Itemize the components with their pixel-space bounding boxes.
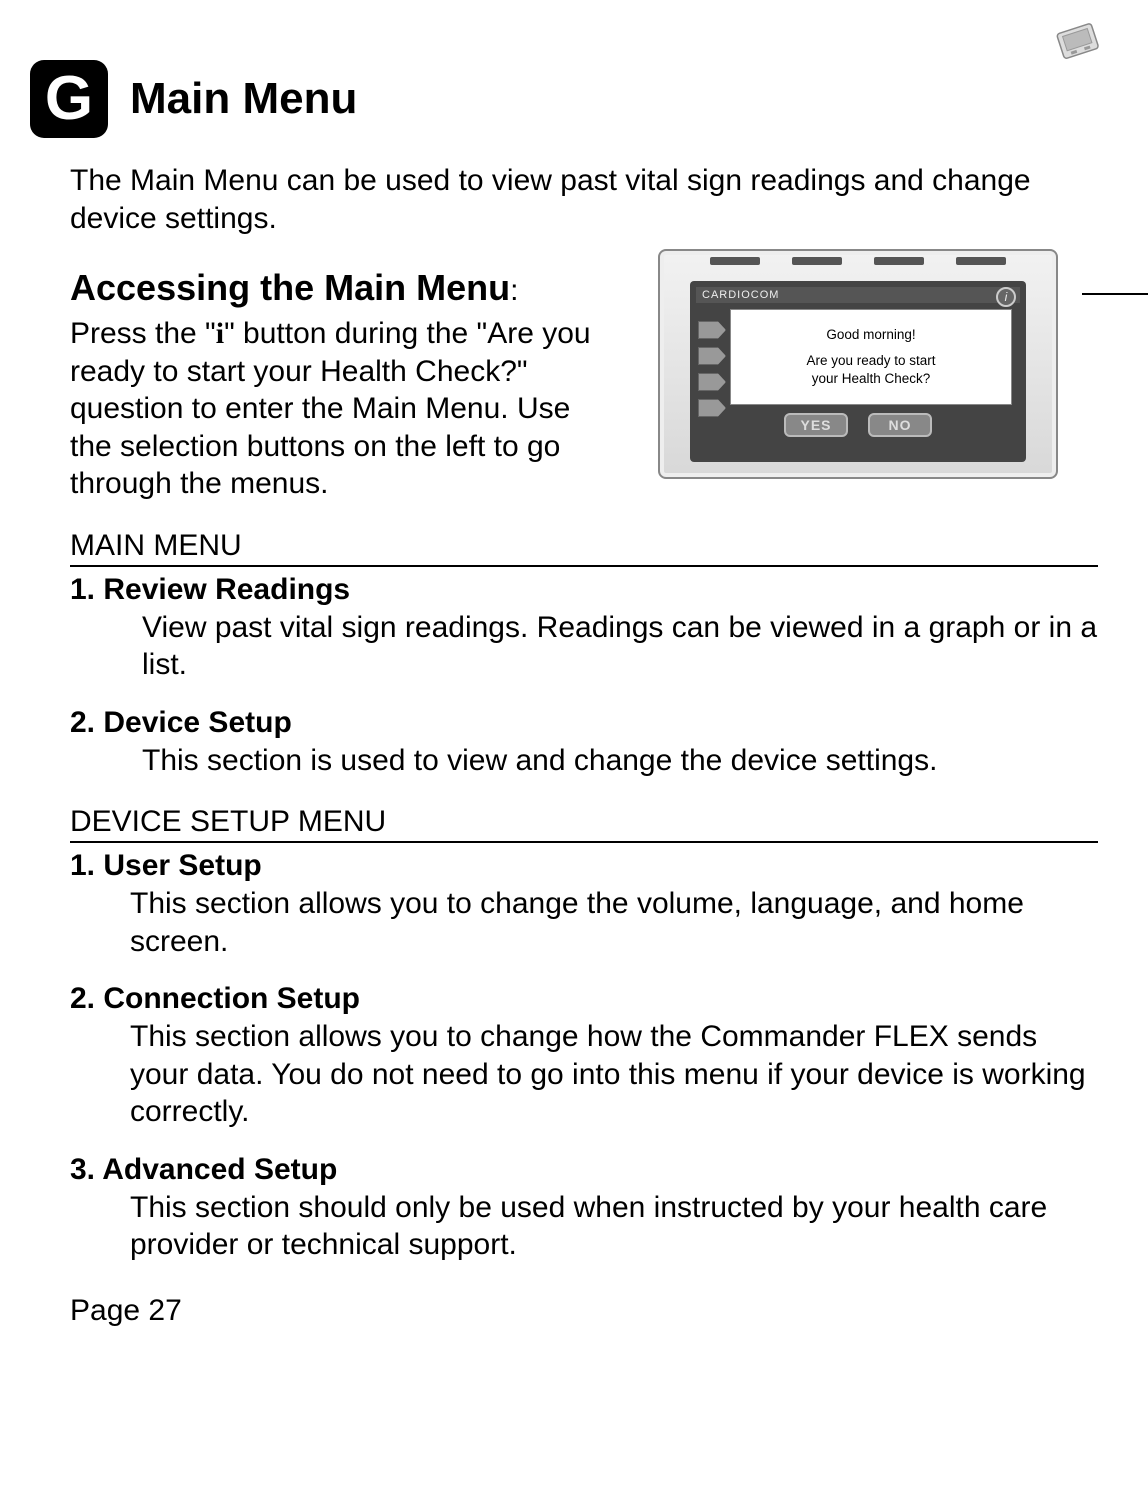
main-menu-item-2: 2. Device Setup This section is used to …: [70, 706, 1098, 780]
arrow-line-icon: [1082, 293, 1148, 295]
i-letter: i: [216, 317, 224, 350]
intro-text: The Main Menu can be used to view past v…: [70, 162, 1098, 237]
section-header: G Main Menu: [30, 60, 1118, 138]
item-desc: View past vital sign readings. Readings …: [142, 609, 1098, 684]
item-title: 1. User Setup: [70, 849, 1098, 883]
slot-icon: [710, 257, 760, 265]
screen-line-3: your Health Check?: [735, 370, 1007, 388]
device-setup-item-2: 2. Connection Setup This section allows …: [70, 982, 1098, 1131]
device-screen: Good morning! Are you ready to start you…: [730, 309, 1012, 405]
device-corner-icon: [1048, 18, 1108, 71]
item-title: 2. Connection Setup: [70, 982, 1098, 1016]
device-setup-item-1: 1. User Setup This section allows you to…: [70, 849, 1098, 960]
item-title: 3. Advanced Setup: [70, 1153, 1098, 1187]
device-screen-frame: CARDIOCOM Good morning! Are you ready to…: [690, 281, 1026, 462]
section-title: Main Menu: [130, 74, 357, 124]
item-desc: This section allows you to change how th…: [130, 1018, 1098, 1131]
device-body: CARDIOCOM Good morning! Are you ready to…: [658, 249, 1058, 479]
accessing-colon: :: [510, 274, 518, 307]
page-number: Page 27: [70, 1294, 1118, 1328]
select-button-icon[interactable]: [698, 321, 726, 339]
selection-buttons: [698, 321, 726, 417]
slot-icon: [792, 257, 842, 265]
device-brand-bar: CARDIOCOM: [696, 287, 1020, 303]
item-desc: This section should only be used when in…: [130, 1189, 1098, 1264]
device-illustration: CARDIOCOM Good morning! Are you ready to…: [658, 249, 1118, 479]
yes-button[interactable]: YES: [784, 413, 848, 437]
slot-icon: [956, 257, 1006, 265]
device-setup-heading: DEVICE SETUP MENU: [70, 805, 1098, 843]
accessing-heading-text: Accessing the Main Menu: [70, 267, 510, 308]
main-menu-item-1: 1. Review Readings View past vital sign …: [70, 573, 1098, 684]
device-brand: CARDIOCOM: [702, 289, 779, 301]
no-button[interactable]: NO: [868, 413, 932, 437]
device-top-slots: [710, 257, 1006, 267]
accessing-pre: Press the ": [70, 317, 216, 350]
screen-line-2: Are you ready to start: [735, 352, 1007, 370]
slot-icon: [874, 257, 924, 265]
main-menu-heading: MAIN MENU: [70, 529, 1098, 567]
device-yes-no-row: YES NO: [696, 413, 1020, 437]
select-button-icon[interactable]: [698, 347, 726, 365]
select-button-icon[interactable]: [698, 399, 726, 417]
screen-line-1: Good morning!: [735, 326, 1007, 344]
accessing-row: Accessing the Main Menu: Press the "i" b…: [30, 259, 1118, 503]
item-title: 1. Review Readings: [70, 573, 1098, 607]
accessing-heading: Accessing the Main Menu:: [70, 267, 638, 309]
device-setup-item-3: 3. Advanced Setup This section should on…: [70, 1153, 1098, 1264]
page: G Main Menu The Main Menu can be used to…: [0, 0, 1148, 1496]
item-desc: This section allows you to change the vo…: [130, 885, 1098, 960]
item-title: 2. Device Setup: [70, 706, 1098, 740]
select-button-icon[interactable]: [698, 373, 726, 391]
item-desc: This section is used to view and change …: [142, 742, 1098, 780]
section-letter-badge: G: [30, 60, 108, 138]
info-button[interactable]: i: [996, 287, 1016, 307]
accessing-body: Press the "i" button during the "Are you…: [70, 315, 618, 503]
